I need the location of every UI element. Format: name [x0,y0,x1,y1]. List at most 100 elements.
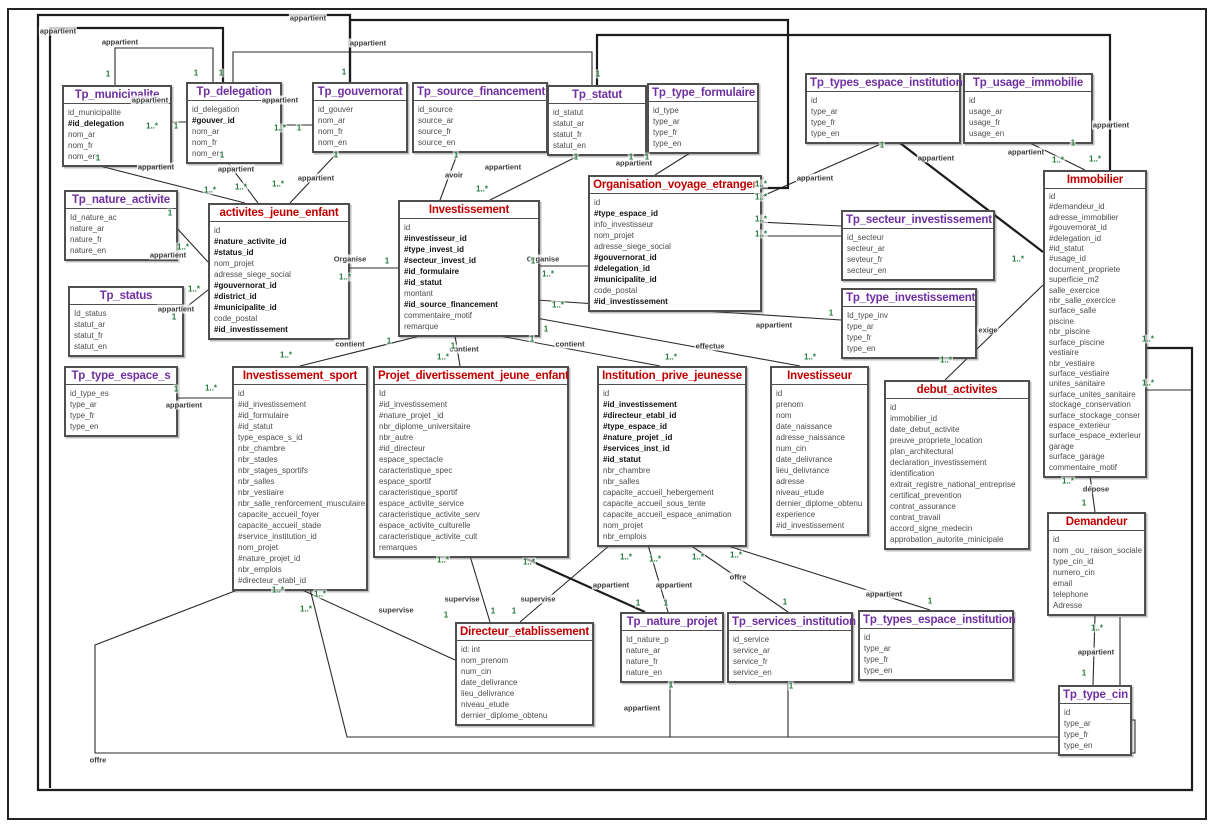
entity-directeur_etablissement[interactable]: Directeur_etablissementid: intnom_prenom… [455,622,594,726]
multiplicity-label: 1..* [754,230,768,239]
entity-projet_divertissement_jeune_enfant[interactable]: Projet_divertissement_jeune_enfantId#id_… [373,366,569,558]
multiplicity-label: 1..* [541,270,555,279]
entity-activites_jeune_enfant[interactable]: activites_jeune_enfantid#nature_activite… [208,203,350,340]
attribute: nom_projet [238,542,362,553]
entity-title: Tp_type_investissement [843,290,975,307]
attribute: id [1053,534,1140,545]
relationship-label: appartient [623,704,661,713]
attribute: Adresse [1053,600,1140,611]
entity-investissement[interactable]: Investissementid#investisseur_id#type_in… [398,200,540,337]
entity-immobilier[interactable]: Immobilierid#demandeur_idadresse_immobil… [1043,170,1147,478]
attribute: nom_fr [192,137,276,148]
entity-tp_nature_projet[interactable]: Tp_nature_projetId_nature_pnature_arnatu… [620,612,724,683]
attribute: id_delegation [192,104,276,115]
relationship-label: appartient [484,163,522,172]
attribute: id [238,388,362,399]
multiplicity-label: 1..* [1061,477,1075,486]
attribute: nbr_salles [238,476,362,487]
entity-title: Tp_types_espace_institution [860,612,1012,629]
multiplicity-label: 1..* [145,122,159,131]
entity-tp_type_espace_s[interactable]: Tp_type_espace_sid_type_estype_artype_fr… [64,366,178,437]
attribute: #demandeur_id [1049,202,1141,212]
multiplicity-label: 1..* [436,353,450,362]
entity-tp_type_formulaire[interactable]: Tp_type_formulaireid_typetype_artype_frt… [647,83,759,154]
attribute: id [864,632,1008,643]
multiplicity-label: 1..* [436,556,450,565]
attribute-list: idnom _ou_ raison_socialetype_cin_idnume… [1049,531,1144,614]
attribute: date_debut_activite [890,424,1024,435]
attribute: service_en [733,667,847,678]
attribute: id [969,95,1087,106]
entity-tp_types_espace_institution_2[interactable]: Tp_types_espace_institutionidtype_artype… [858,610,1014,681]
multiplicity-label: 1 [193,69,199,78]
attribute-list: id#id_investissement#id_formulaire#id_st… [234,385,366,589]
entity-tp_delegation[interactable]: Tp_delegationid_delegation#gouver_idnom_… [186,82,282,164]
entity-tp_statut[interactable]: Tp_statutid_statutstatut_arstatut_frstat… [547,85,647,156]
attribute: type_ar [864,643,1008,654]
attribute: dernier_diplome_obtenu [461,710,588,721]
relationship-label: appartient [1007,148,1045,157]
attribute: extrait_registre_national_entreprise [890,479,1024,490]
entity-tp_usage_immobilie[interactable]: Tp_usage_immobilieidusage_arusage_frusag… [963,73,1093,144]
attribute-list: id_secteursecteur_arsevteur_frsecteur_en [843,229,993,279]
entity-tp_type_cin[interactable]: Tp_type_cinidtype_artype_frtype_en [1058,685,1132,756]
entity-tp_types_espace_institution[interactable]: Tp_types_espace_institutionidtype_artype… [805,73,961,144]
entity-tp_services_institution[interactable]: Tp_services_institutionid_serviceservice… [727,612,853,683]
relationship-edge [470,556,490,622]
entity-organisation_voyage_etranger[interactable]: Organisation_voyage_etrangerid#type_espa… [588,175,762,312]
attribute: lieu_delivrance [461,688,588,699]
attribute: id_municipalite [68,107,166,118]
attribute: id [404,222,534,233]
attribute: email [1053,578,1140,589]
attribute: nom_en [192,148,276,159]
entity-debut_activites[interactable]: debut_activitesidimmobilier_iddate_debut… [884,380,1030,550]
attribute: #gouver_id [192,115,276,126]
attribute: type_cin_id [1053,556,1140,567]
attribute: #delegation_id [1049,234,1141,244]
attribute: prenom [776,399,863,410]
attribute-list: id#id_investissement#directeur_etabl_id#… [599,385,745,545]
attribute: unites_sanitaire [1049,379,1141,389]
entity-tp_status[interactable]: Tp_statusId_statusstatut_arstatut_frstat… [68,286,184,357]
attribute: nbr_diplome_universitaire [379,421,563,432]
attribute: document_propriete [1049,265,1141,275]
entity-tp_secteur_investissement[interactable]: Tp_secteur_investissementid_secteursecte… [841,210,995,281]
entity-title: Projet_divertissement_jeune_enfant [375,368,567,385]
attribute: source_ar [418,115,542,126]
attribute: telephone [1053,589,1140,600]
attribute: service_ar [733,645,847,656]
entity-demandeur[interactable]: Demandeuridnom _ou_ raison_socialetype_c… [1047,512,1146,616]
attribute: type_ar [70,399,172,410]
relationship-label: appartient [755,321,793,330]
attribute: nom_ar [192,126,276,137]
attribute: surface_piscine [1049,338,1141,348]
attribute: #nature_projet _id [379,410,563,421]
attribute: id_statut [553,107,641,118]
multiplicity-label: 1 [663,599,669,608]
attribute: contrat_travail [890,512,1024,523]
attribute: nbr_salle_renforcement_musculaire [238,498,362,509]
entity-title: Investissement_sport [234,368,366,385]
relationship-label: supervise [443,595,480,604]
multiplicity-label: 1..* [187,285,201,294]
entity-tp_source_financement[interactable]: Tp_source_financementid_sourcesource_ars… [412,82,548,153]
attribute: nbr_stades [238,454,362,465]
multiplicity-label: 1..* [691,553,705,562]
attribute-list: id_gouvernom_arnom_frnom_en [314,101,406,151]
multiplicity-label: 1 [443,611,449,620]
multiplicity-label: 1..* [299,605,313,614]
attribute: caracteristique_sportif [379,487,563,498]
entity-institution_prive_jeunesse[interactable]: Institution_prive_jeunesseid#id_investis… [597,366,747,547]
attribute: garage [1049,442,1141,452]
entity-investissement_sport[interactable]: Investissement_sportid#id_investissement… [232,366,368,591]
entity-tp_gouvernorat[interactable]: Tp_gouvernoratid_gouvernom_arnom_frnom_e… [312,82,408,153]
attribute: nom_ar [68,129,166,140]
attribute: numero_cin [1053,567,1140,578]
attribute: nbr_salles [603,476,741,487]
entity-tp_type_investissement[interactable]: Tp_type_investissementId_type_invtype_ar… [841,288,977,359]
attribute: nom_fr [318,126,402,137]
attribute: id [1064,707,1126,718]
entity-investisseur[interactable]: Investisseuridprenomnomdate_naissanceadr… [770,366,869,536]
relationship-label: appartient [101,38,139,47]
attribute-list: idusage_arusage_frusage_en [965,92,1091,142]
